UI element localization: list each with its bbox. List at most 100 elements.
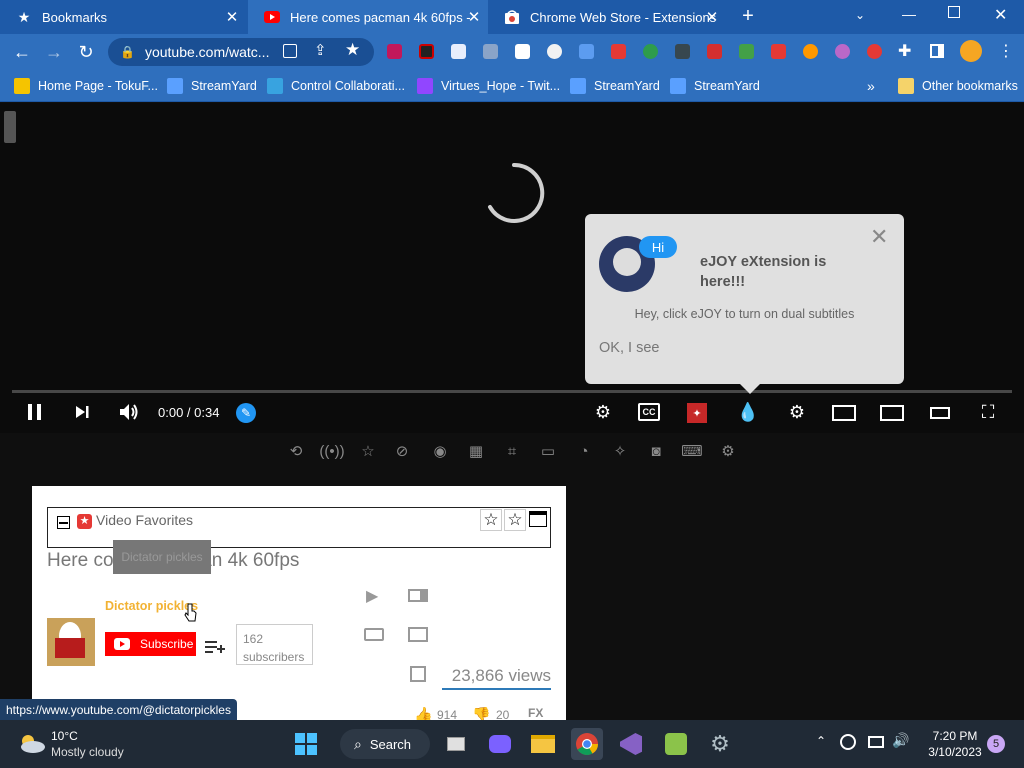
- other-bookmarks[interactable]: Other bookmarks: [898, 76, 1018, 96]
- new-tab-button[interactable]: +: [738, 6, 758, 26]
- close-icon[interactable]: ✕: [870, 224, 888, 250]
- star-icon[interactable]: ☆: [358, 441, 378, 461]
- pip-icon[interactable]: [880, 405, 904, 421]
- close-icon[interactable]: ✕: [466, 8, 482, 26]
- close-window-button[interactable]: ✕: [994, 5, 1007, 25]
- open-in-icon[interactable]: [283, 44, 297, 58]
- image-icon[interactable]: [408, 627, 428, 642]
- extension-icon[interactable]: [739, 44, 754, 59]
- bookmark-item[interactable]: StreamYard: [670, 76, 760, 96]
- subtitles-button[interactable]: CC: [638, 403, 660, 421]
- bookmark-item[interactable]: StreamYard: [570, 76, 660, 96]
- copy-icon[interactable]: [410, 666, 426, 682]
- settings-icon[interactable]: ⚙: [590, 399, 616, 425]
- minimize-button[interactable]: —: [902, 6, 916, 22]
- pen-icon[interactable]: ✎: [236, 403, 256, 423]
- camera-icon[interactable]: ◙: [646, 441, 666, 461]
- file-explorer-icon[interactable]: [527, 728, 559, 760]
- weather-temp[interactable]: 10°C: [51, 729, 78, 743]
- extension-icon[interactable]: [643, 44, 658, 59]
- bookmark-item[interactable]: Virtues_Hope - Twit...: [417, 76, 560, 96]
- eye-icon[interactable]: ◉: [430, 441, 450, 461]
- tab-youtube[interactable]: Here comes pacman 4k 60fps - Y ✕: [248, 0, 488, 34]
- ejoy-drop-icon[interactable]: 💧: [737, 399, 759, 425]
- tab-bookmarks[interactable]: ★ Bookmarks ✕: [0, 0, 246, 34]
- side-panel-icon[interactable]: [930, 44, 944, 58]
- ok-button[interactable]: OK, I see: [599, 340, 659, 356]
- theater-mode-icon[interactable]: [930, 407, 950, 419]
- tab-web-store[interactable]: Chrome Web Store - Extensions ✕: [488, 0, 726, 34]
- enhance-icon[interactable]: ✧: [610, 441, 630, 461]
- play-icon[interactable]: ▶: [366, 586, 378, 606]
- close-icon[interactable]: ✕: [224, 8, 240, 26]
- extension-icon[interactable]: [547, 44, 562, 59]
- share-icon[interactable]: ⇪: [314, 41, 327, 59]
- miniplayer-icon[interactable]: [408, 589, 428, 602]
- extension-icon[interactable]: [515, 44, 530, 59]
- fullscreen-icon[interactable]: ⛶: [978, 399, 998, 425]
- chrome-icon[interactable]: [571, 728, 603, 760]
- settings-icon[interactable]: ⚙: [704, 728, 736, 760]
- fx-button[interactable]: FX: [528, 706, 543, 720]
- extension-icon[interactable]: [867, 44, 882, 59]
- extension-icon[interactable]: [387, 44, 402, 59]
- ad-block-icon[interactable]: ⊘: [392, 441, 412, 461]
- bookmark-item[interactable]: Control Collaborati...: [267, 76, 405, 96]
- extension-icon[interactable]: [675, 44, 690, 59]
- forward-button[interactable]: →: [42, 40, 66, 64]
- speed-icon[interactable]: ◔: [574, 441, 594, 461]
- frame-icon[interactable]: ▭: [538, 441, 558, 461]
- star-outline-icon[interactable]: ☆: [504, 509, 526, 531]
- bookmark-star-icon[interactable]: ★: [345, 40, 360, 60]
- extension-icon[interactable]: [771, 44, 786, 59]
- network-icon[interactable]: [868, 736, 884, 748]
- cloud-icon[interactable]: [18, 732, 46, 754]
- film-icon[interactable]: ▦: [466, 441, 486, 461]
- address-bar[interactable]: 🔒 youtube.com/watc...: [108, 38, 374, 66]
- task-view-icon[interactable]: [440, 728, 472, 760]
- star-outline-icon[interactable]: ☆: [480, 509, 502, 531]
- collapse-icon[interactable]: [57, 516, 70, 529]
- extension-icon[interactable]: [451, 44, 466, 59]
- bookmark-item[interactable]: StreamYard: [167, 76, 257, 96]
- loop-icon[interactable]: ⟲: [286, 441, 306, 461]
- restore-button[interactable]: [948, 6, 960, 18]
- keyboard-icon[interactable]: ⌨: [681, 441, 703, 461]
- extension-icon[interactable]: [803, 44, 818, 59]
- search-box[interactable]: ⌕ Search: [340, 729, 430, 759]
- camera-icon[interactable]: [364, 628, 384, 641]
- sync-icon[interactable]: [840, 734, 856, 750]
- start-icon[interactable]: [290, 728, 322, 760]
- crop-icon[interactable]: ⌗: [502, 441, 522, 461]
- subscribe-button[interactable]: Subscribe: [105, 632, 196, 656]
- extension-icon[interactable]: [579, 44, 594, 59]
- progress-bar[interactable]: [12, 390, 1012, 393]
- visual-studio-icon[interactable]: [615, 728, 647, 760]
- scroll-handle[interactable]: [4, 111, 16, 143]
- extension-icon[interactable]: [611, 44, 626, 59]
- extension-icon[interactable]: ✦: [687, 403, 707, 423]
- avatar[interactable]: [960, 40, 982, 62]
- reload-button[interactable]: ↻: [74, 40, 98, 64]
- volume-button[interactable]: [118, 399, 140, 425]
- pause-button[interactable]: [24, 399, 46, 425]
- extension-icon[interactable]: [419, 44, 434, 59]
- channel-avatar[interactable]: [47, 618, 95, 666]
- chat-icon[interactable]: [484, 728, 516, 760]
- menu-icon[interactable]: ⋮: [998, 41, 1014, 61]
- back-button[interactable]: ←: [10, 40, 34, 64]
- weather-desc[interactable]: Mostly cloudy: [51, 745, 124, 759]
- miniplayer-icon[interactable]: [832, 405, 856, 421]
- extension-icon[interactable]: [835, 44, 850, 59]
- next-button[interactable]: [72, 399, 92, 425]
- window-icon[interactable]: [529, 511, 547, 527]
- notification-badge[interactable]: 5: [987, 735, 1005, 753]
- clock[interactable]: 7:20 PM 3/10/2023: [924, 729, 986, 759]
- puzzle-icon[interactable]: ✚: [898, 41, 911, 61]
- extension-icon[interactable]: [483, 44, 498, 59]
- tab-search-icon[interactable]: ⌄: [855, 8, 865, 22]
- broadcast-icon[interactable]: ((•)): [319, 441, 344, 461]
- chevron-up-icon[interactable]: ⌃: [816, 734, 826, 748]
- bookmark-item[interactable]: Home Page - TokuF...: [14, 76, 158, 96]
- volume-icon[interactable]: 🔊: [892, 732, 909, 749]
